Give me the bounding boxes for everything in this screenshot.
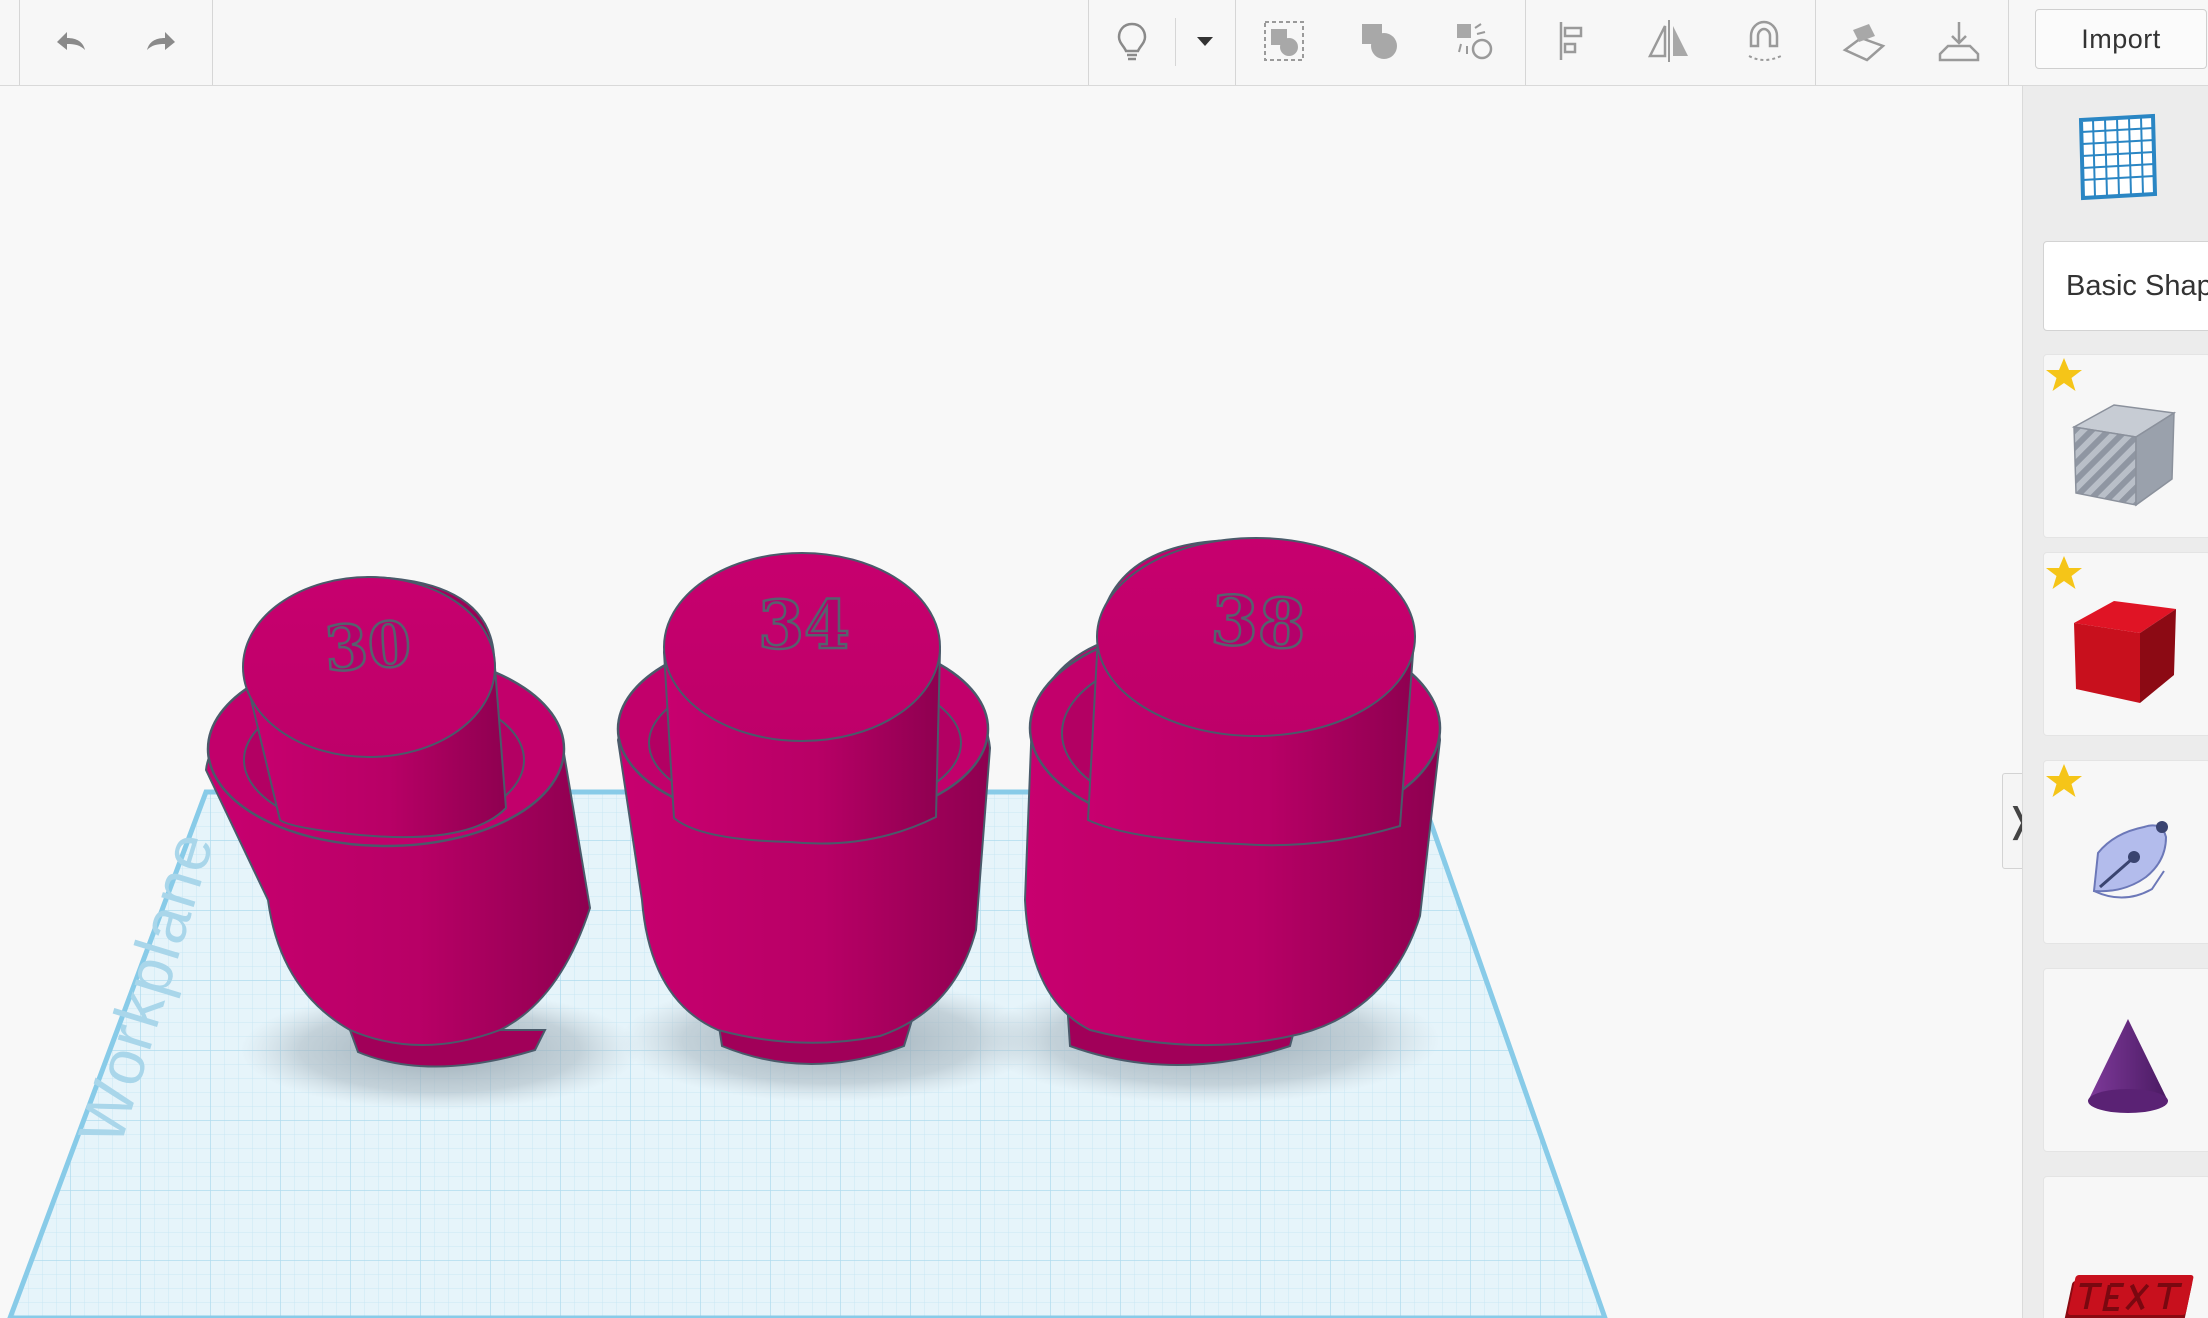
import-button[interactable]: Import — [2035, 9, 2207, 69]
shape-cone[interactable] — [2043, 968, 2208, 1152]
mirror-icon — [1647, 20, 1688, 62]
ruler-drop-button[interactable] — [1925, 8, 1993, 74]
cone-icon — [2088, 1019, 2168, 1113]
cylinder-object-30[interactable]: 30 — [204, 575, 640, 1110]
workplane-tool-icon — [1842, 24, 1886, 62]
favorite-star-icon — [2046, 358, 2082, 391]
shape-box-hole[interactable] — [2043, 354, 2208, 538]
cylinder-object-34[interactable]: 34 — [616, 552, 1040, 1102]
cylinder-label-38: 38 — [1209, 581, 1308, 666]
magnet-icon — [1748, 20, 1782, 61]
workplane-tool-button[interactable] — [1830, 8, 1898, 74]
design-viewport[interactable]: Workplane 30 34 38 — [0, 86, 2022, 1318]
favorite-star-icon — [2046, 556, 2082, 589]
shape-category-select[interactable]: Basic Shapes — [2043, 241, 2208, 331]
main-toolbar: Import — [0, 0, 2208, 86]
group-icon — [1264, 21, 1304, 61]
mirror-button[interactable] — [1635, 8, 1703, 74]
redo-icon — [147, 32, 175, 50]
cruise-button[interactable] — [1440, 8, 1508, 74]
notes-dropdown-button[interactable] — [1170, 8, 1240, 74]
favorite-star-icon — [2046, 764, 2082, 797]
align-icon — [1559, 22, 1583, 60]
cylinder-label-30: 30 — [322, 607, 413, 686]
workplane-grid-button[interactable] — [2071, 112, 2161, 202]
shape-scribble[interactable] — [2043, 760, 2208, 944]
shape-box[interactable] — [2043, 552, 2208, 736]
cruise-icon — [1457, 23, 1493, 60]
text-shape-icon — [2064, 1275, 2194, 1318]
lightbulb-icon — [1117, 22, 1147, 61]
caret-down-icon — [1197, 37, 1213, 46]
cylinder-object-38[interactable]: 38 — [980, 537, 1442, 1104]
drop-icon — [1938, 22, 1980, 62]
ungroup-button[interactable] — [1345, 8, 1413, 74]
group-button[interactable] — [1250, 8, 1318, 74]
cylinder-label-34: 34 — [758, 586, 850, 664]
notes-button[interactable] — [1098, 8, 1166, 74]
shapes-panel: Basic Shapes — [2022, 86, 2208, 1318]
undo-button[interactable] — [36, 8, 104, 74]
shape-text[interactable] — [2043, 1176, 2208, 1318]
undo-icon — [57, 32, 85, 50]
grid-icon — [2078, 113, 2158, 201]
ungroup-icon — [1362, 24, 1397, 59]
align-button[interactable] — [1540, 8, 1608, 74]
snap-button[interactable] — [1730, 8, 1798, 74]
scene: Workplane 30 34 38 — [7, 537, 1608, 1318]
redo-button[interactable] — [128, 8, 196, 74]
